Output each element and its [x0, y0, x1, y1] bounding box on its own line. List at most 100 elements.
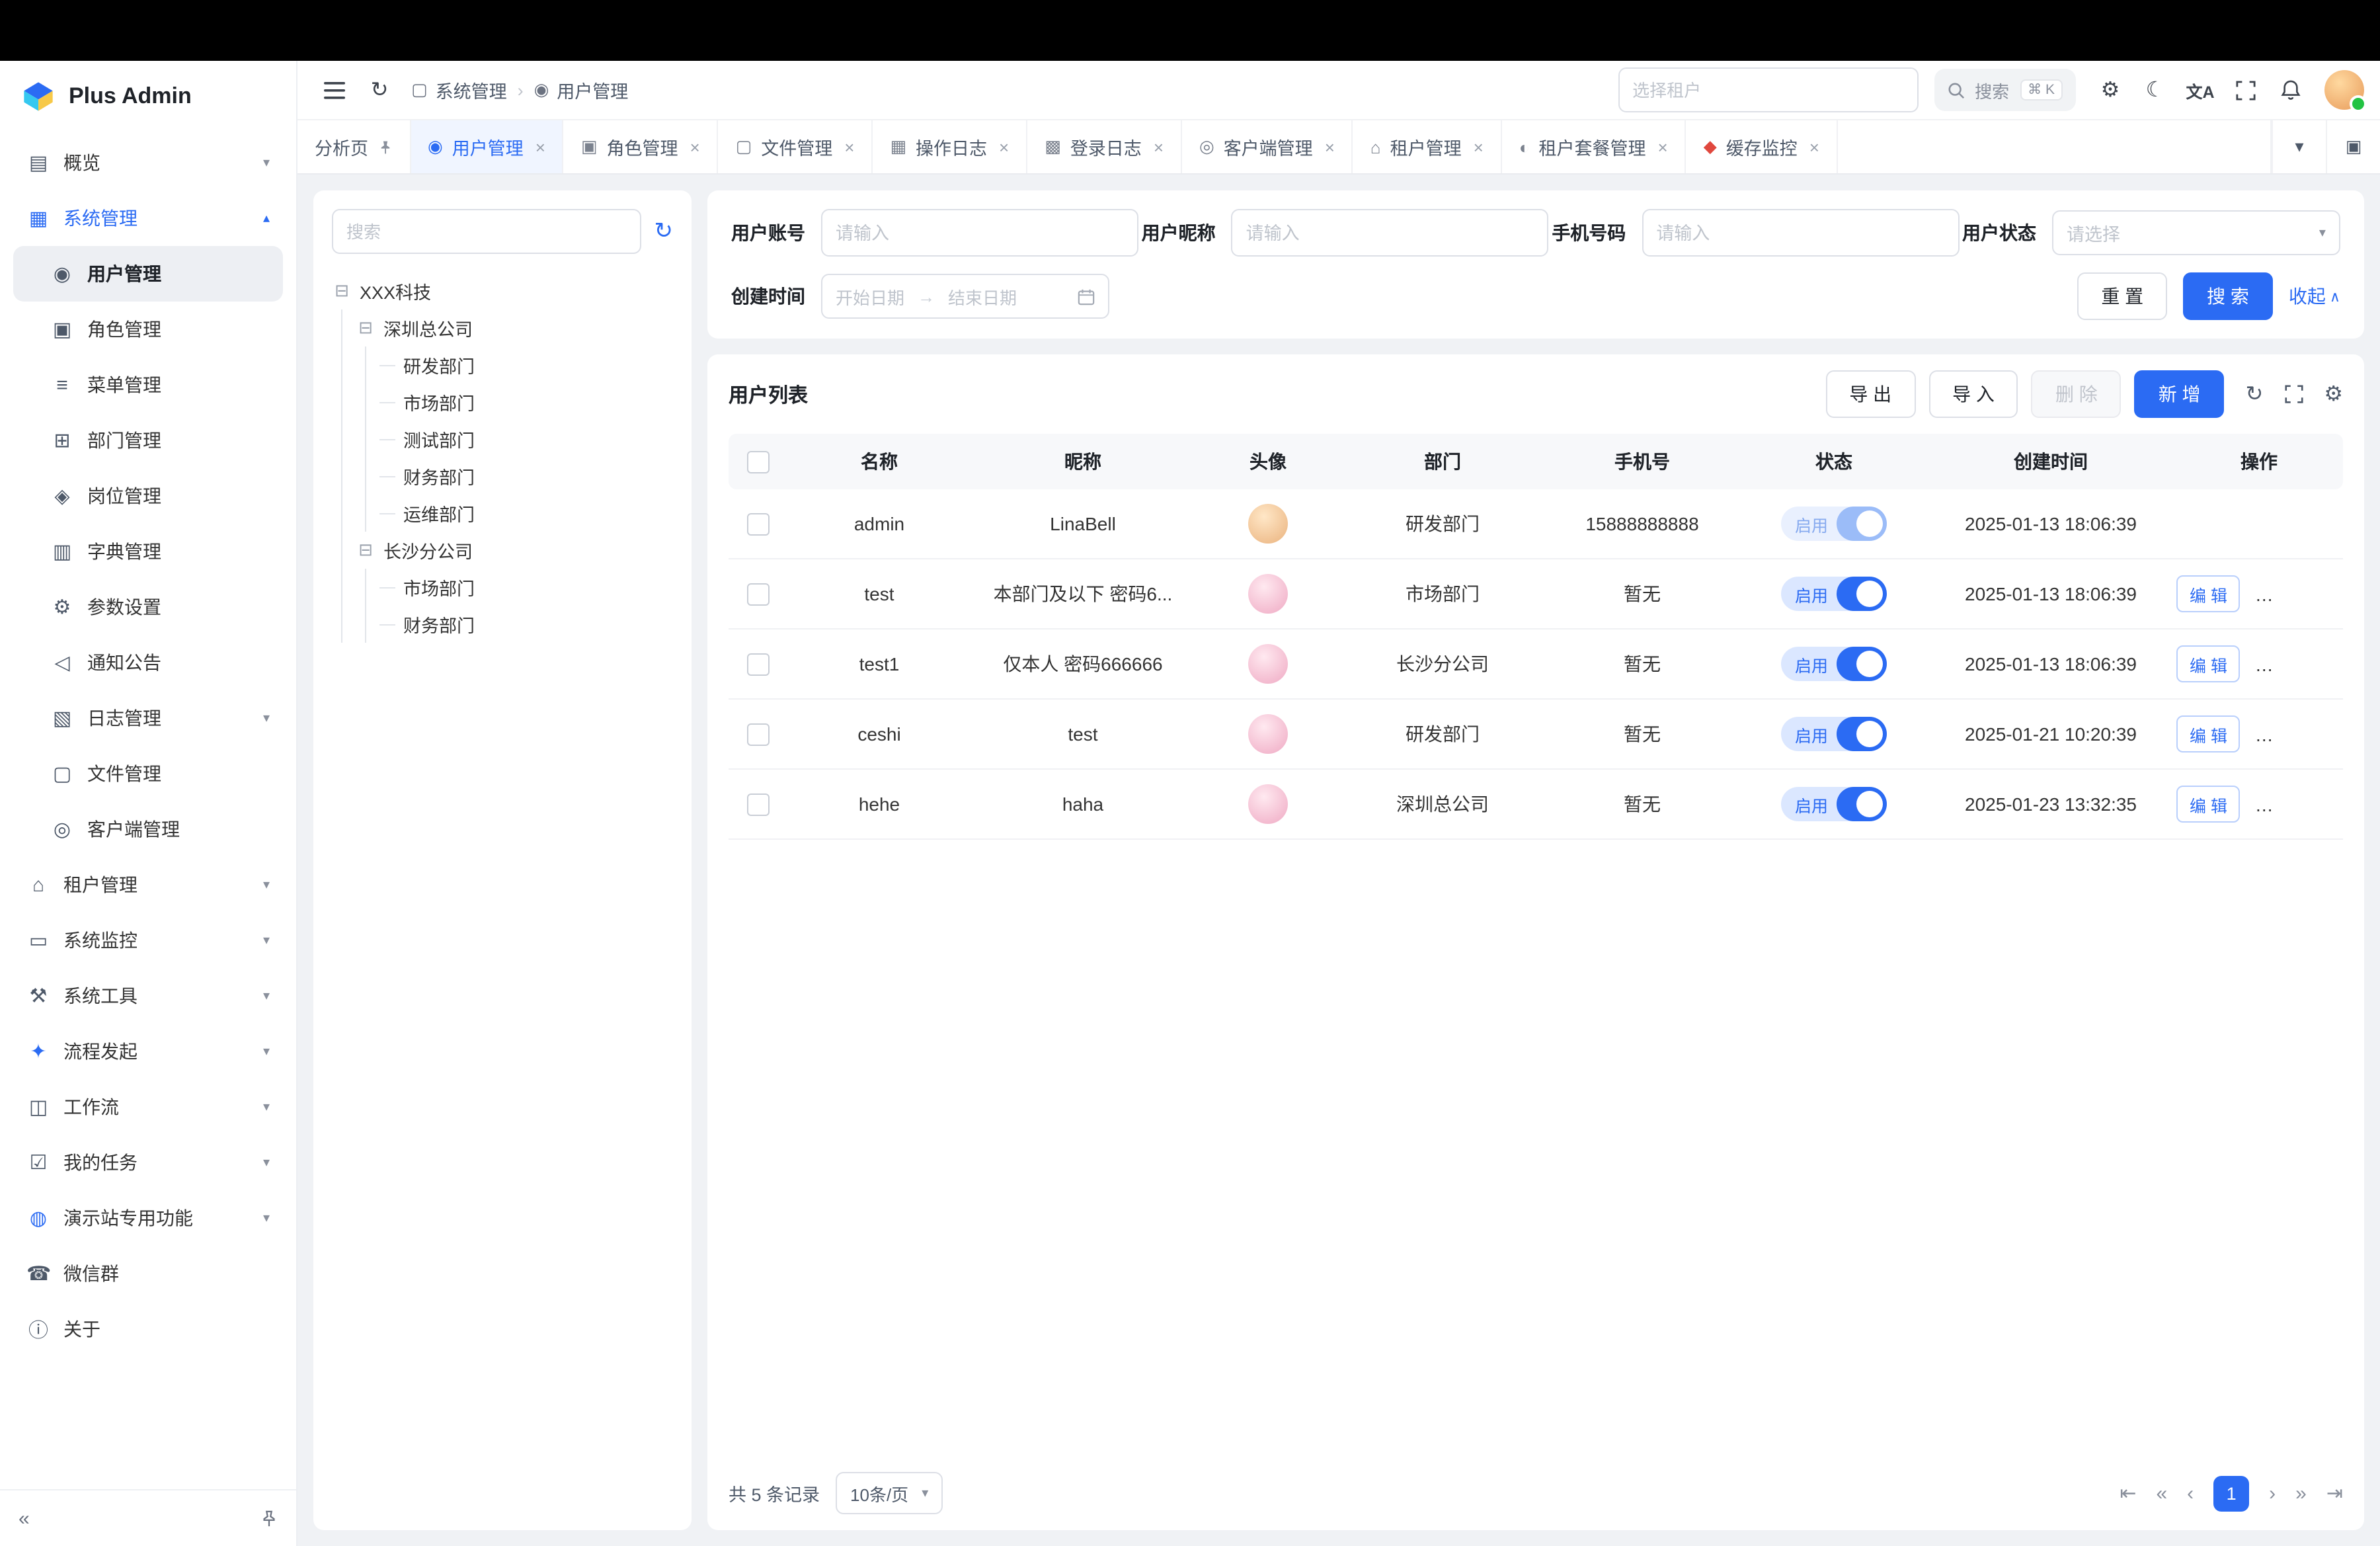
edit-button[interactable]: 编 辑 — [2176, 645, 2241, 682]
sidebar-item[interactable]: ▭ 系统监控 ▾ — [13, 913, 283, 968]
tab[interactable]: ⌂ 租户管理 × — [1353, 120, 1502, 173]
status-select[interactable]: 请选择 ▾ — [2052, 210, 2340, 255]
status-toggle[interactable]: 启用 — [1782, 507, 1886, 541]
search-button[interactable]: 搜 索 — [2183, 272, 2273, 320]
notifications-icon[interactable] — [2269, 69, 2311, 111]
user-avatar[interactable] — [2324, 70, 2364, 110]
row-checkbox[interactable] — [746, 513, 769, 536]
global-search[interactable]: 搜索 ⌘ K — [1934, 69, 2076, 111]
tree-node[interactable]: ⊟深圳总公司 — [356, 309, 673, 346]
status-toggle[interactable]: 启用 — [1782, 647, 1886, 681]
prev-pages-icon[interactable]: « — [2156, 1482, 2167, 1504]
sidebar-item[interactable]: ▥ 字典管理 — [13, 524, 283, 579]
more-button[interactable]: 更多 — [2334, 727, 2344, 745]
tenant-select-input[interactable] — [1618, 67, 1918, 112]
sidebar-item[interactable]: ▧ 日志管理 ▾ — [13, 690, 283, 746]
status-toggle[interactable]: 启用 — [1782, 717, 1886, 751]
sidebar-item[interactable]: ⌂ 租户管理 ▾ — [13, 857, 283, 913]
row-checkbox[interactable] — [746, 653, 769, 676]
row-delete-button[interactable]: 删 除 — [2255, 715, 2319, 753]
row-checkbox[interactable] — [746, 583, 769, 606]
sidebar-item[interactable]: ▢ 文件管理 — [13, 746, 283, 801]
more-button[interactable]: 更多 — [2334, 797, 2344, 815]
sidebar-item[interactable]: ⚒ 系统工具 ▾ — [13, 968, 283, 1024]
sidebar-item[interactable]: ◈ 岗位管理 — [13, 468, 283, 524]
tab-close-icon[interactable]: × — [999, 137, 1009, 157]
tab-close-icon[interactable]: × — [536, 137, 545, 157]
tab[interactable]: ▩ 登录日志 × — [1027, 120, 1182, 173]
tab[interactable]: ▣ 角色管理 × — [564, 120, 719, 173]
row-delete-button[interactable]: 删 除 — [2255, 645, 2319, 682]
first-page-icon[interactable]: ⇤ — [2120, 1481, 2136, 1505]
page-size-select[interactable]: 10条/页 ▾ — [836, 1472, 943, 1514]
tab[interactable]: ▢ 文件管理 × — [719, 120, 873, 173]
sidebar-item[interactable]: ▣ 角色管理 — [13, 302, 283, 357]
nickname-input[interactable] — [1232, 209, 1549, 257]
sidebar-item[interactable]: ▦ 系统管理 ▴ — [13, 190, 283, 246]
phone-input[interactable] — [1642, 209, 1959, 257]
sidebar-collapse-button[interactable]: « — [19, 1507, 30, 1529]
account-input[interactable] — [821, 209, 1138, 257]
tab-close-icon[interactable]: × — [1154, 137, 1164, 157]
add-button[interactable]: 新 增 — [2135, 370, 2225, 418]
more-button[interactable]: 更多 — [2334, 587, 2344, 605]
tab-close-icon[interactable]: × — [1325, 137, 1335, 157]
tab[interactable]: ◎ 客户端管理 × — [1182, 120, 1353, 173]
tab-close-icon[interactable]: × — [1809, 137, 1819, 157]
pin-icon[interactable] — [260, 1510, 278, 1527]
tab[interactable]: ▦ 操作日志 × — [873, 120, 1027, 173]
table-refresh-icon[interactable]: ↻ — [2246, 381, 2264, 407]
tree-node[interactable]: ⊟长沙分公司 — [356, 532, 673, 569]
edit-button[interactable]: 编 辑 — [2176, 715, 2241, 753]
sidebar-item[interactable]: ☑ 我的任务 ▾ — [13, 1135, 283, 1190]
tab-close-icon[interactable]: × — [1474, 137, 1484, 157]
last-page-icon[interactable]: ⇥ — [2326, 1481, 2343, 1505]
menu-toggle-button[interactable] — [313, 69, 356, 111]
tab-close-icon[interactable]: × — [690, 137, 699, 157]
tree-node[interactable]: 财务部门 — [379, 606, 673, 643]
breadcrumb-item[interactable]: ▢ 系统管理 — [411, 77, 507, 103]
sidebar-item[interactable]: ⓘ 关于 — [13, 1301, 283, 1357]
row-delete-button[interactable]: 删 除 — [2255, 786, 2319, 823]
tab[interactable]: 分析页 — [298, 120, 411, 173]
tab[interactable]: ◆ 缓存监控 × — [1686, 120, 1838, 173]
date-range-picker[interactable]: 开始日期 → 结束日期 — [821, 274, 1109, 319]
sidebar-item[interactable]: ◫ 工作流 ▾ — [13, 1079, 283, 1135]
sidebar-item[interactable]: ☎ 微信群 — [13, 1246, 283, 1301]
next-pages-icon[interactable]: » — [2295, 1482, 2307, 1504]
tab-list-dropdown[interactable]: ▾ — [2272, 120, 2326, 173]
row-delete-button[interactable]: 删 除 — [2255, 575, 2319, 612]
status-toggle[interactable]: 启用 — [1782, 787, 1886, 821]
refresh-button[interactable]: ↻ — [358, 69, 401, 111]
collapse-filter-link[interactable]: 收起 ∧ — [2289, 283, 2340, 309]
current-page[interactable]: 1 — [2213, 1475, 2249, 1511]
sidebar-item[interactable]: ▤ 概览 ▾ — [13, 135, 283, 190]
tree-collapse-icon[interactable]: ⊟ — [356, 317, 376, 339]
tab-close-icon[interactable]: × — [1658, 137, 1668, 157]
column-settings-icon[interactable]: ⚙ — [2324, 381, 2343, 407]
tree-refresh-icon[interactable]: ↻ — [654, 218, 674, 245]
edit-button[interactable]: 编 辑 — [2176, 575, 2241, 612]
reset-button[interactable]: 重 置 — [2077, 272, 2167, 320]
dark-mode-icon[interactable]: ☾ — [2134, 69, 2176, 111]
prev-page-icon[interactable]: ‹ — [2187, 1482, 2194, 1504]
tree-node[interactable]: 财务部门 — [379, 458, 673, 495]
tree-node[interactable]: 运维部门 — [379, 495, 673, 532]
sidebar-item[interactable]: ⊞ 部门管理 — [13, 413, 283, 468]
tree-search-input[interactable] — [332, 209, 641, 254]
breadcrumb-item[interactable]: ◉ 用户管理 — [534, 77, 629, 103]
sidebar-item[interactable]: ✦ 流程发起 ▾ — [13, 1024, 283, 1079]
delete-button[interactable]: 删 除 — [2032, 370, 2122, 418]
sidebar-item[interactable]: ≡ 菜单管理 — [13, 357, 283, 413]
status-toggle[interactable]: 启用 — [1782, 577, 1886, 611]
sidebar-item[interactable]: ⚙ 参数设置 — [13, 579, 283, 635]
sidebar-item[interactable]: ◎ 客户端管理 — [13, 801, 283, 857]
tab[interactable]: ◐ 租户套餐管理 × — [1502, 120, 1686, 173]
tab[interactable]: ◉ 用户管理 × — [411, 120, 564, 173]
table-fullscreen-icon[interactable] — [2284, 385, 2303, 403]
sidebar-item[interactable]: ◍ 演示站专用功能 ▾ — [13, 1190, 283, 1246]
sidebar-item[interactable]: ◁ 通知公告 — [13, 635, 283, 690]
edit-button[interactable]: 编 辑 — [2176, 786, 2241, 823]
settings-icon[interactable]: ⚙ — [2089, 69, 2131, 111]
language-icon[interactable]: 文A — [2179, 69, 2221, 111]
